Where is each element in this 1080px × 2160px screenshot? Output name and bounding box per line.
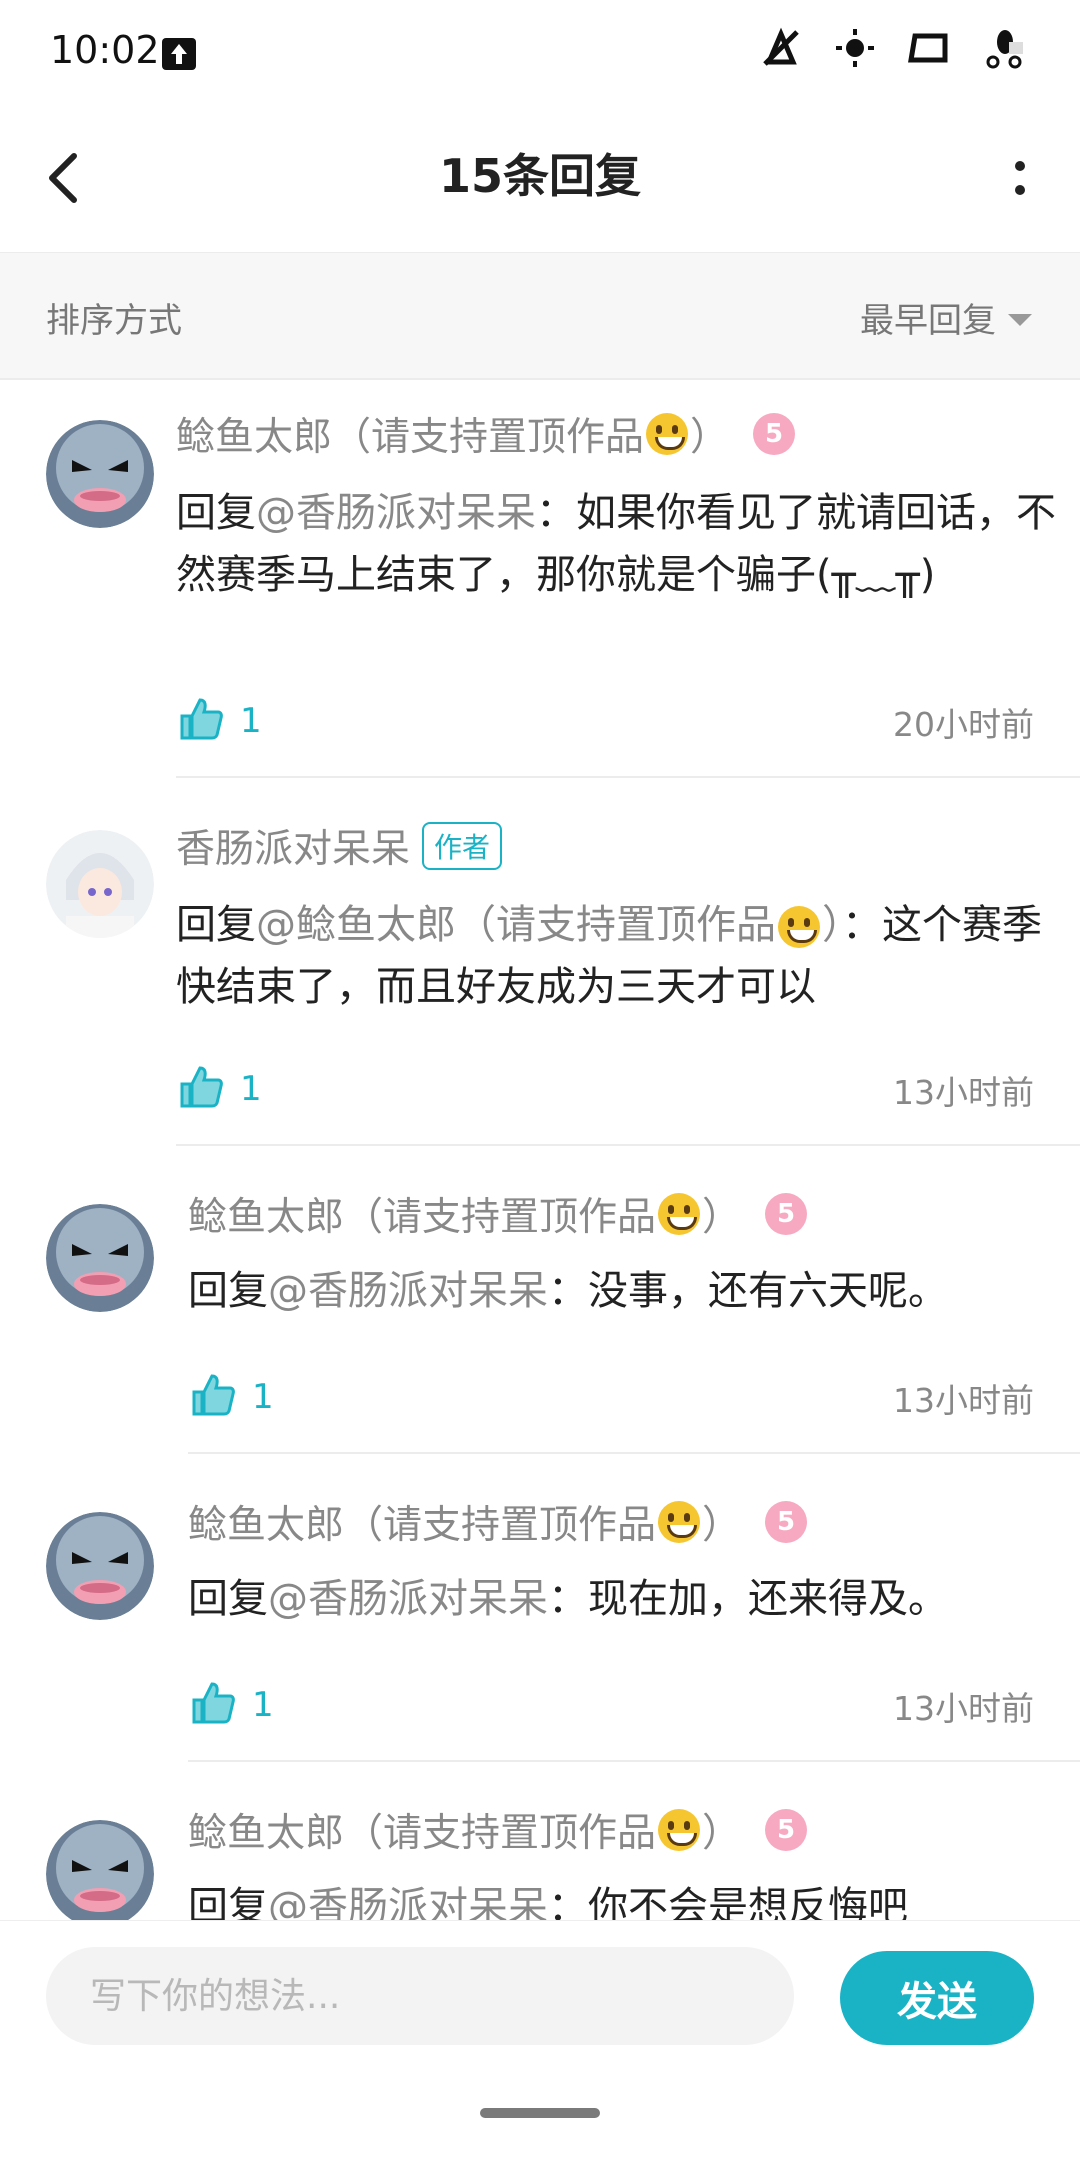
reply-text: 回复@香肠派对呆呆：现在加，还来得及。 — [188, 1576, 948, 1622]
like-count: 1 — [252, 1685, 274, 1725]
user-name[interactable]: 鲶鱼太郎（请支持置顶作品） 5 — [188, 1802, 808, 1858]
caret-down-icon — [1008, 313, 1032, 326]
like-button[interactable]: 1 — [190, 1372, 274, 1422]
status-bar: 10:02 — [0, 0, 1080, 108]
level-badge: 5 — [753, 413, 796, 455]
level-badge: 5 — [765, 1501, 808, 1543]
status-time: 10:02 — [50, 28, 160, 72]
screen-icon — [907, 26, 951, 70]
more-options-icon[interactable] — [1000, 148, 1040, 208]
comment-bar: 发送 — [0, 1920, 1080, 2045]
mention-link[interactable]: @香肠派对呆呆 — [268, 1268, 548, 1314]
mention-link[interactable]: @香肠派对呆呆 — [268, 1884, 548, 1920]
like-button[interactable]: 1 — [190, 1680, 274, 1730]
reply-text: 回复@香肠派对呆呆：如果你看见了就请回话，不然赛季马上结束了，那你就是个骗子(╥… — [176, 490, 1056, 598]
status-icons — [759, 26, 1025, 70]
grinning-emoji-icon — [658, 1809, 701, 1851]
sort-value: 最早回复 — [860, 301, 996, 341]
reply-time: 13小时前 — [893, 1381, 1034, 1420]
page-title: 15条回复 — [438, 149, 641, 203]
like-button[interactable]: 1 — [178, 696, 262, 746]
reply-item: 香肠派对呆呆 作者 回复@鲶鱼太郎（请支持置顶作品 ）：这个赛季快结束了，而且好友… — [0, 778, 1080, 1148]
mention-link[interactable]: @鲶鱼太郎（请支持置顶作品） — [256, 902, 842, 948]
sort-label: 排序方式 — [46, 301, 182, 341]
reply-item: 鲶鱼太郎（请支持置顶作品） 5 回复@香肠派对呆呆：如果你看见了就请回话，不然赛… — [0, 380, 1080, 780]
avatar[interactable] — [46, 1204, 154, 1312]
reply-item: 鲶鱼太郎（请支持置顶作品） 5 回复@香肠派对呆呆：现在加，还来得及。 1 13… — [0, 1456, 1080, 1764]
reply-item: 鲶鱼太郎（请支持置顶作品） 5 回复@香肠派对呆呆：你不会是想反悔吧 — [0, 1764, 1080, 1920]
reply-time: 13小时前 — [893, 1073, 1034, 1112]
reply-text: 回复@鲶鱼太郎（请支持置顶作品 ）：这个赛季快结束了，而且好友成为三天才可以 — [176, 902, 1042, 1010]
like-count: 1 — [252, 1377, 274, 1417]
grinning-emoji-icon — [778, 906, 820, 948]
mention-link[interactable]: @香肠派对呆呆 — [256, 490, 536, 536]
level-badge: 5 — [765, 1193, 808, 1235]
mention-link[interactable]: @香肠派对呆呆 — [268, 1576, 548, 1622]
grinning-emoji-icon — [658, 1193, 701, 1235]
user-name[interactable]: 鲶鱼太郎（请支持置顶作品） 5 — [188, 1186, 808, 1242]
user-name[interactable]: 鲶鱼太郎（请支持置顶作品） 5 — [176, 406, 796, 462]
avatar[interactable] — [46, 830, 154, 938]
like-button[interactable]: 1 — [178, 1064, 262, 1114]
level-badge: 5 — [765, 1809, 808, 1851]
comment-input[interactable] — [46, 1947, 794, 2045]
avatar[interactable] — [46, 1820, 154, 1920]
grinning-emoji-icon — [646, 413, 689, 455]
reply-text: 回复@香肠派对呆呆：你不会是想反悔吧 — [188, 1876, 1080, 1920]
reply-time: 13小时前 — [893, 1689, 1034, 1728]
divider — [176, 1144, 1080, 1146]
reply-list[interactable]: 鲶鱼太郎（请支持置顶作品） 5 回复@香肠派对呆呆：如果你看见了就请回话，不然赛… — [0, 380, 1080, 1920]
avatar[interactable] — [46, 420, 154, 528]
app-header: 15条回复 — [0, 108, 1080, 253]
divider — [188, 1452, 1080, 1454]
thumbs-up-icon — [178, 1064, 224, 1114]
like-count: 1 — [240, 701, 262, 741]
thumbs-up-icon — [178, 696, 224, 746]
thumbs-up-icon — [190, 1372, 236, 1422]
home-indicator[interactable] — [480, 2108, 600, 2118]
user-name[interactable]: 鲶鱼太郎（请支持置顶作品） 5 — [188, 1494, 808, 1550]
reply-time: 20小时前 — [893, 705, 1034, 744]
like-count: 1 — [240, 1069, 262, 1109]
user-name[interactable]: 香肠派对呆呆 作者 — [176, 818, 503, 874]
divider — [188, 1760, 1080, 1762]
thumbs-up-icon — [190, 1680, 236, 1730]
sort-bar: 排序方式 最早回复 — [0, 253, 1080, 380]
author-badge: 作者 — [422, 822, 503, 870]
delivery-icon — [981, 26, 1025, 70]
upload-icon — [162, 38, 196, 70]
sort-dropdown[interactable]: 最早回复 — [860, 293, 1032, 342]
avatar[interactable] — [46, 1512, 154, 1620]
brightness-icon — [833, 26, 877, 70]
reply-item: 鲶鱼太郎（请支持置顶作品） 5 回复@香肠派对呆呆：没事，还有六天呢。 1 13… — [0, 1148, 1080, 1456]
notification-off-icon — [759, 26, 803, 70]
reply-text: 回复@香肠派对呆呆：没事，还有六天呢。 — [188, 1268, 948, 1314]
grinning-emoji-icon — [658, 1501, 701, 1543]
send-button[interactable]: 发送 — [840, 1951, 1034, 2045]
